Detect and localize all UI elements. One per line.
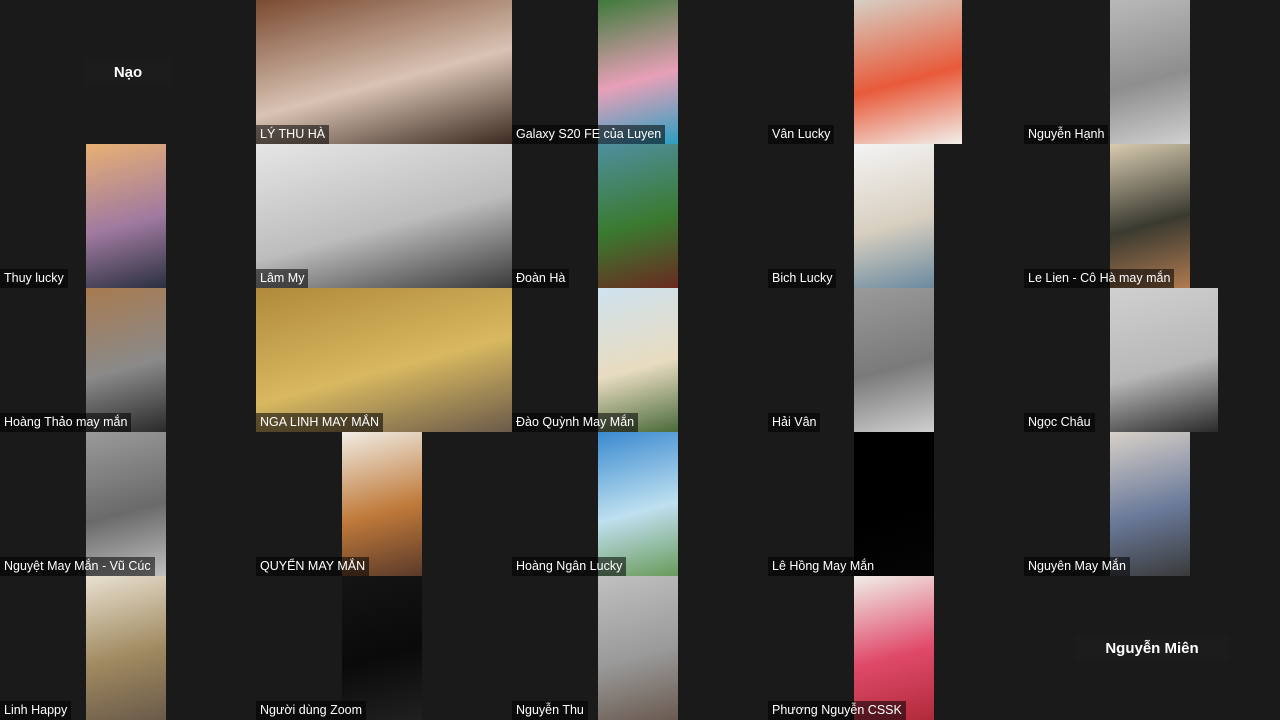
participant-name-label: Nguyễn Thu (512, 701, 588, 720)
participant-name-label: Đào Quỳnh May Mắn (512, 413, 639, 432)
participant-video (342, 576, 422, 720)
participant-tile[interactable]: LÝ THU HÀ (256, 0, 512, 144)
participant-tile[interactable]: Lê Hồng May Mắn (768, 432, 1024, 576)
participant-video (854, 144, 934, 288)
participant-tile[interactable]: Nguyễn Hạnh (1024, 0, 1280, 144)
participant-tile[interactable]: Phương Nguyễn CSSK (768, 576, 1024, 720)
participant-video (86, 576, 166, 720)
participant-video (1110, 0, 1190, 144)
participant-tile[interactable]: Ngọc Châu (1024, 288, 1280, 432)
participant-name-label: Nguyệt May Mắn - Vũ Cúc (0, 557, 155, 576)
participant-name-label: Nguyên May Mắn (1024, 557, 1130, 576)
participant-gallery: Nạo LÝ THU HÀ Galaxy S20 FE của Luyen Vân L… (0, 0, 1280, 720)
participant-tile[interactable]: Nguyễn Miên (1024, 576, 1280, 720)
participant-video (854, 576, 934, 720)
participant-name-label: Thuy lucky (0, 269, 68, 288)
participant-video (256, 0, 512, 144)
participant-name-placeholder: Nguyễn Miên (1024, 636, 1280, 661)
participant-tile[interactable]: Bich Lucky (768, 144, 1024, 288)
participant-tile[interactable]: Vân Lucky (768, 0, 1024, 144)
participant-video (598, 576, 678, 720)
participant-name-label: Người dùng Zoom (256, 701, 367, 720)
participant-name-label: Bich Lucky (768, 269, 837, 288)
participant-tile[interactable]: Hải Vân (768, 288, 1024, 432)
participant-tile[interactable]: QUYỂN MAY MẮN (256, 432, 512, 576)
participant-name-label: NGA LINH MAY MẮN (256, 413, 384, 432)
participant-tile[interactable]: Linh Happy (0, 576, 256, 720)
participant-video (598, 0, 678, 144)
participant-tile[interactable]: Nguyệt May Mắn - Vũ Cúc (0, 432, 256, 576)
participant-name-label: Lâm My (256, 269, 309, 288)
participant-video (86, 432, 166, 576)
participant-video (256, 144, 512, 288)
participant-video (1110, 288, 1218, 432)
participant-name-label: Ngọc Châu (1024, 413, 1095, 432)
participant-video (598, 432, 678, 576)
participant-name-label: Đoàn Hà (512, 269, 570, 288)
participant-name-label: Hoàng Thảo may mắn (0, 413, 132, 432)
participant-name-label: Galaxy S20 FE của Luyen (512, 125, 666, 144)
participant-tile[interactable]: Đào Quỳnh May Mắn (512, 288, 768, 432)
participant-name-label: Hoàng Ngân Lucky (512, 557, 627, 576)
participant-tile[interactable]: Đoàn Hà (512, 144, 768, 288)
participant-video (256, 288, 512, 432)
participant-name-label: Linh Happy (0, 701, 72, 720)
participant-video (854, 288, 934, 432)
participant-name-label: Le Lien - Cô Hà may mắn (1024, 269, 1175, 288)
participant-name: Nguyễn Miên (1075, 636, 1229, 661)
participant-tile[interactable]: Galaxy S20 FE của Luyen (512, 0, 768, 144)
participant-name-label: Hải Vân (768, 413, 821, 432)
participant-name-label: Nguyễn Hạnh (1024, 125, 1109, 144)
participant-video (854, 432, 934, 576)
participant-tile[interactable]: Thuy lucky (0, 144, 256, 288)
participant-tile[interactable]: NGA LINH MAY MẮN (256, 288, 512, 432)
participant-tile[interactable]: Hoàng Thảo may mắn (0, 288, 256, 432)
participant-video (1110, 144, 1190, 288)
participant-name-placeholder: Nạo (0, 60, 256, 85)
participant-tile[interactable]: Nạo (0, 0, 256, 144)
participant-tile[interactable]: Lâm My (256, 144, 512, 288)
participant-video (598, 144, 678, 288)
participant-name: Nạo (83, 60, 173, 85)
participant-name-label: QUYỂN MAY MẮN (256, 557, 370, 576)
participant-tile[interactable]: Nguyễn Thu (512, 576, 768, 720)
participant-name-label: Lê Hồng May Mắn (768, 557, 879, 576)
participant-video (1110, 432, 1190, 576)
participant-tile[interactable]: Le Lien - Cô Hà may mắn (1024, 144, 1280, 288)
participant-tile[interactable]: Người dùng Zoom (256, 576, 512, 720)
participant-name-label: LÝ THU HÀ (256, 125, 330, 144)
participant-name-label: Phương Nguyễn CSSK (768, 701, 906, 720)
participant-tile[interactable]: Hoàng Ngân Lucky (512, 432, 768, 576)
participant-video (86, 288, 166, 432)
participant-video (854, 0, 962, 144)
participant-video (598, 288, 678, 432)
participant-video (86, 144, 166, 288)
participant-video (342, 432, 422, 576)
participant-name-label: Vân Lucky (768, 125, 835, 144)
participant-tile[interactable]: Nguyên May Mắn (1024, 432, 1280, 576)
